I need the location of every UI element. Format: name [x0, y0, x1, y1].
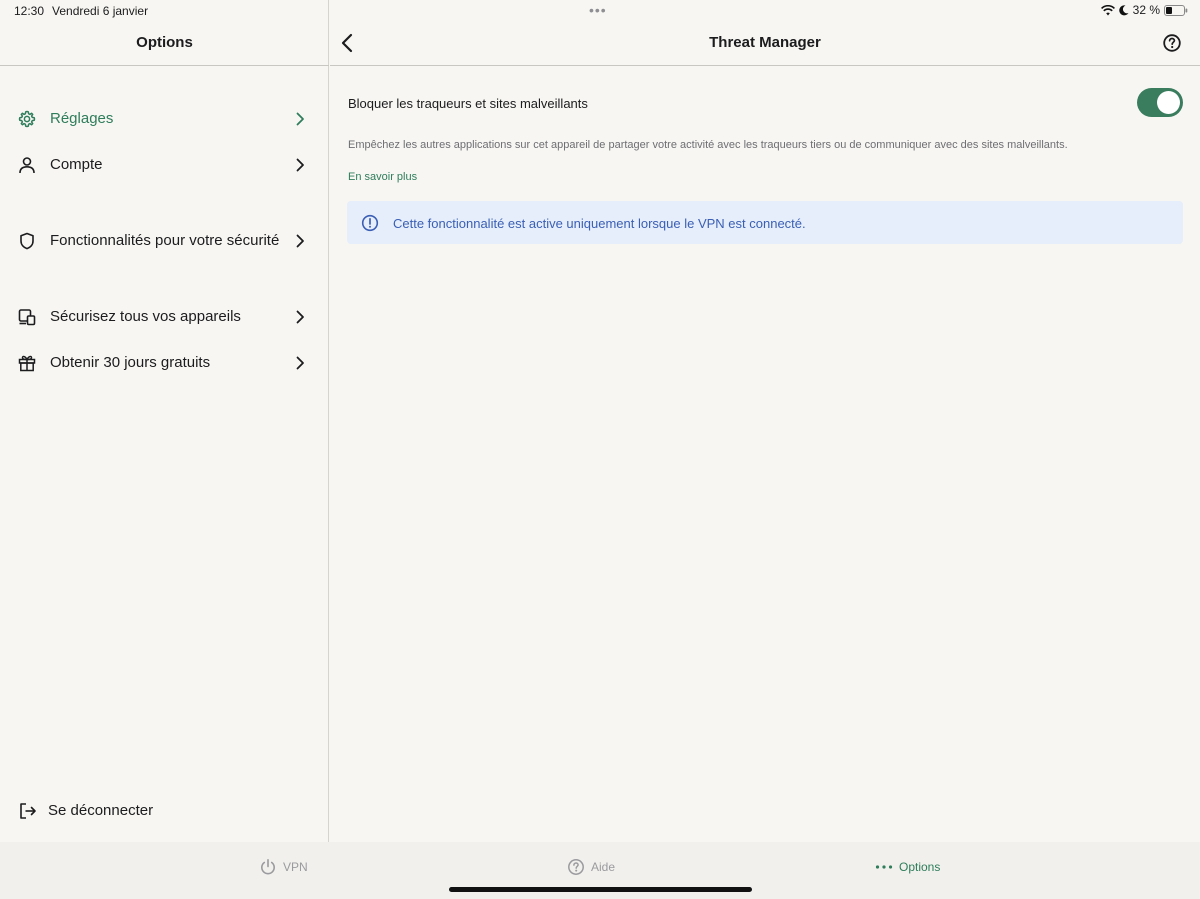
shield-icon: [20, 232, 34, 250]
sidebar: Options Réglages Compte Fonctionnalités …: [0, 0, 329, 842]
help-icon: [568, 859, 584, 875]
help-icon[interactable]: [1162, 33, 1182, 53]
logout-label: Se déconnecter: [48, 802, 154, 819]
power-icon: [261, 858, 275, 875]
battery-percent: 32 %: [1132, 3, 1160, 17]
home-indicator[interactable]: [449, 887, 752, 892]
moon-icon: [1118, 4, 1129, 15]
status-indicators: 32 %: [1100, 3, 1188, 17]
sidebar-item-security-features[interactable]: Fonctionnalités pour votre sécurité: [0, 221, 329, 261]
tab-label: VPN: [283, 860, 308, 874]
logout-button[interactable]: Se déconnecter: [0, 792, 329, 830]
person-icon: [19, 157, 35, 174]
chevron-right-icon: [296, 112, 304, 126]
info-banner: Cette fonctionnalité est active uniqueme…: [347, 201, 1183, 244]
sidebar-item-compte[interactable]: Compte: [0, 145, 329, 185]
multitasking-dots-icon[interactable]: •••: [589, 3, 607, 17]
toggle-knob: [1157, 91, 1180, 114]
chevron-right-icon: [296, 234, 304, 248]
block-trackers-toggle[interactable]: [1137, 88, 1183, 117]
info-icon: [361, 214, 379, 232]
tab-vpn[interactable]: VPN: [259, 856, 308, 878]
setting-description: Empêchez les autres applications sur cet…: [348, 139, 1068, 151]
chevron-right-icon: [296, 158, 304, 172]
sidebar-item-label: Réglages: [50, 110, 114, 127]
sidebar-item-label: Sécurisez tous vos appareils: [50, 308, 241, 325]
sidebar-title: Options: [136, 34, 193, 51]
tab-options[interactable]: Options: [875, 856, 940, 878]
tab-aide[interactable]: Aide: [567, 856, 615, 878]
logout-icon: [20, 803, 36, 819]
learn-more-link[interactable]: En savoir plus: [348, 171, 417, 183]
header-divider: [330, 65, 1200, 66]
devices-icon: [18, 309, 36, 326]
sidebar-item-label: Obtenir 30 jours gratuits: [50, 354, 211, 371]
page-title: Threat Manager: [709, 34, 821, 51]
gear-icon: [18, 110, 36, 128]
sidebar-item-label: Compte: [50, 156, 103, 173]
chevron-right-icon: [296, 356, 304, 370]
app-root: 12:30 Vendredi 6 janvier ••• 32 % Option…: [0, 0, 1200, 899]
tab-label: Options: [899, 860, 941, 874]
sidebar-item-devices[interactable]: Sécurisez tous vos appareils: [0, 297, 329, 337]
sidebar-item-reglages[interactable]: Réglages: [0, 99, 329, 139]
sidebar-item-free-trial[interactable]: Obtenir 30 jours gratuits: [0, 343, 329, 383]
more-icon: [875, 865, 893, 869]
battery-icon: [1164, 4, 1188, 16]
wifi-icon: [1100, 4, 1115, 15]
info-banner-text: Cette fonctionnalité est active uniqueme…: [393, 216, 806, 231]
tab-label: Aide: [591, 860, 616, 874]
sidebar-divider: [0, 65, 329, 66]
chevron-right-icon: [296, 310, 304, 324]
block-trackers-label: Bloquer les traqueurs et sites malveilla…: [348, 96, 588, 111]
gift-icon: [18, 355, 36, 372]
sidebar-item-label: Fonctionnalités pour votre sécurité: [50, 232, 280, 249]
